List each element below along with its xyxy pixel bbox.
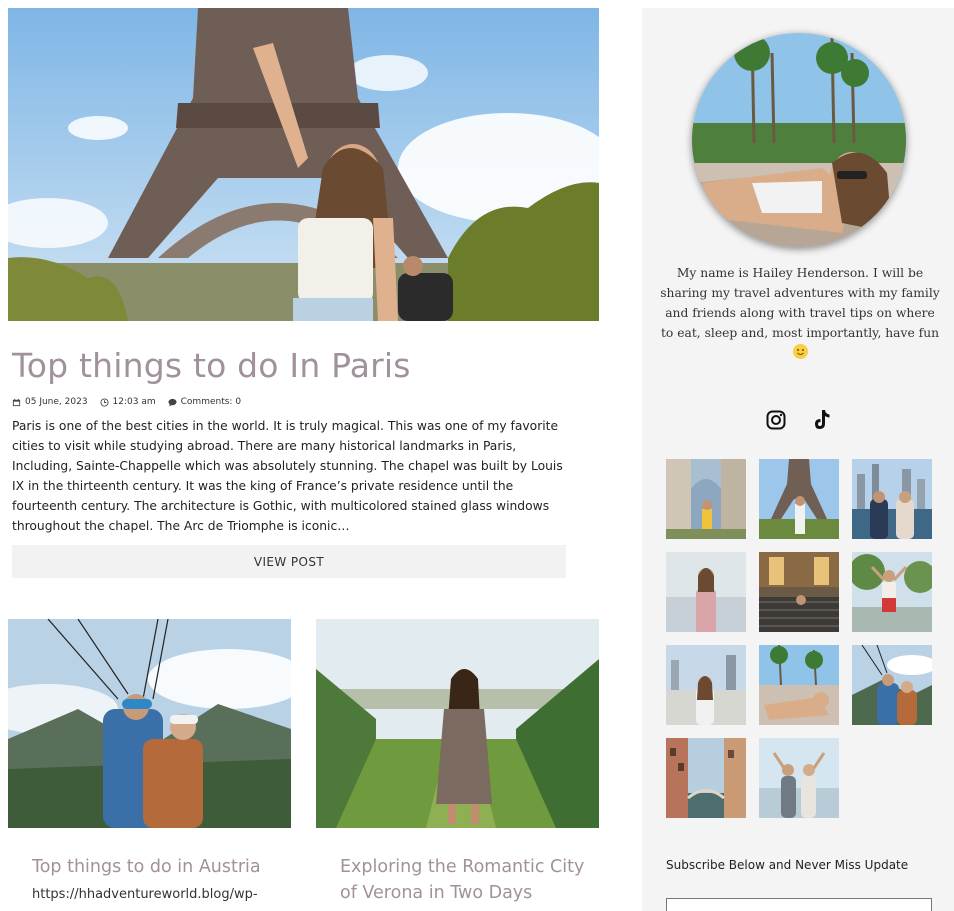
smile-emoji-icon <box>792 344 808 359</box>
post-card-title[interactable]: Exploring the Romantic City of Verona in… <box>316 854 599 906</box>
post-card-austria[interactable]: Top things to do in Austria https://hhad… <box>8 619 291 902</box>
feed-photo[interactable] <box>759 738 839 818</box>
instagram-icon <box>766 410 786 430</box>
feed-photo[interactable] <box>666 552 746 632</box>
post-time-text: 12:03 am <box>112 397 156 407</box>
sidebar: My name is Hailey Henderson. I will be s… <box>642 8 954 911</box>
feed-photo[interactable] <box>759 459 839 539</box>
comment-icon <box>168 398 177 407</box>
calendar-icon <box>12 398 21 407</box>
feed-photo[interactable] <box>852 459 932 539</box>
tiktok-link[interactable] <box>811 409 833 431</box>
instagram-feed <box>666 459 932 818</box>
post-time: 12:03 am <box>99 397 156 407</box>
feed-photo[interactable] <box>852 645 932 725</box>
view-post-button[interactable]: VIEW POST <box>12 545 566 578</box>
subscribe-heading: Subscribe Below and Never Miss Update <box>666 858 909 872</box>
post-excerpt: Paris is one of the best cities in the w… <box>12 419 563 533</box>
author-bio-text: My name is Hailey Henderson. I will be s… <box>660 266 940 340</box>
post-card-image[interactable] <box>316 619 599 828</box>
feed-photo[interactable] <box>666 738 746 818</box>
feed-photo[interactable] <box>759 645 839 725</box>
feed-photo[interactable] <box>852 552 932 632</box>
feed-photo[interactable] <box>666 645 746 725</box>
clock-icon <box>99 397 109 407</box>
post-date: 05 June, 2023 <box>12 397 88 407</box>
author-bio: My name is Hailey Henderson. I will be s… <box>660 263 940 363</box>
post-card-image[interactable] <box>8 619 291 828</box>
post-meta: 05 June, 2023 12:03 am Comments: 0 <box>12 396 241 408</box>
post-comments[interactable]: Comments: 0 <box>168 397 241 407</box>
subscribe-email-input[interactable] <box>666 898 932 911</box>
instagram-link[interactable] <box>765 409 787 431</box>
post-card-link[interactable]: https://hhadventureworld.blog/wp- <box>8 887 291 902</box>
post-comments-text: Comments: 0 <box>180 397 242 407</box>
feed-photo[interactable] <box>666 459 746 539</box>
post-card-verona[interactable]: Exploring the Romantic City of Verona in… <box>316 619 599 906</box>
feed-photo[interactable] <box>759 552 839 632</box>
post-card-title[interactable]: Top things to do in Austria <box>8 854 291 880</box>
post-date-text: 05 June, 2023 <box>25 397 88 407</box>
featured-post-image[interactable] <box>8 8 599 321</box>
post-title[interactable]: Top things to do In Paris <box>12 346 602 385</box>
tiktok-icon <box>812 409 832 431</box>
author-avatar <box>692 33 906 247</box>
